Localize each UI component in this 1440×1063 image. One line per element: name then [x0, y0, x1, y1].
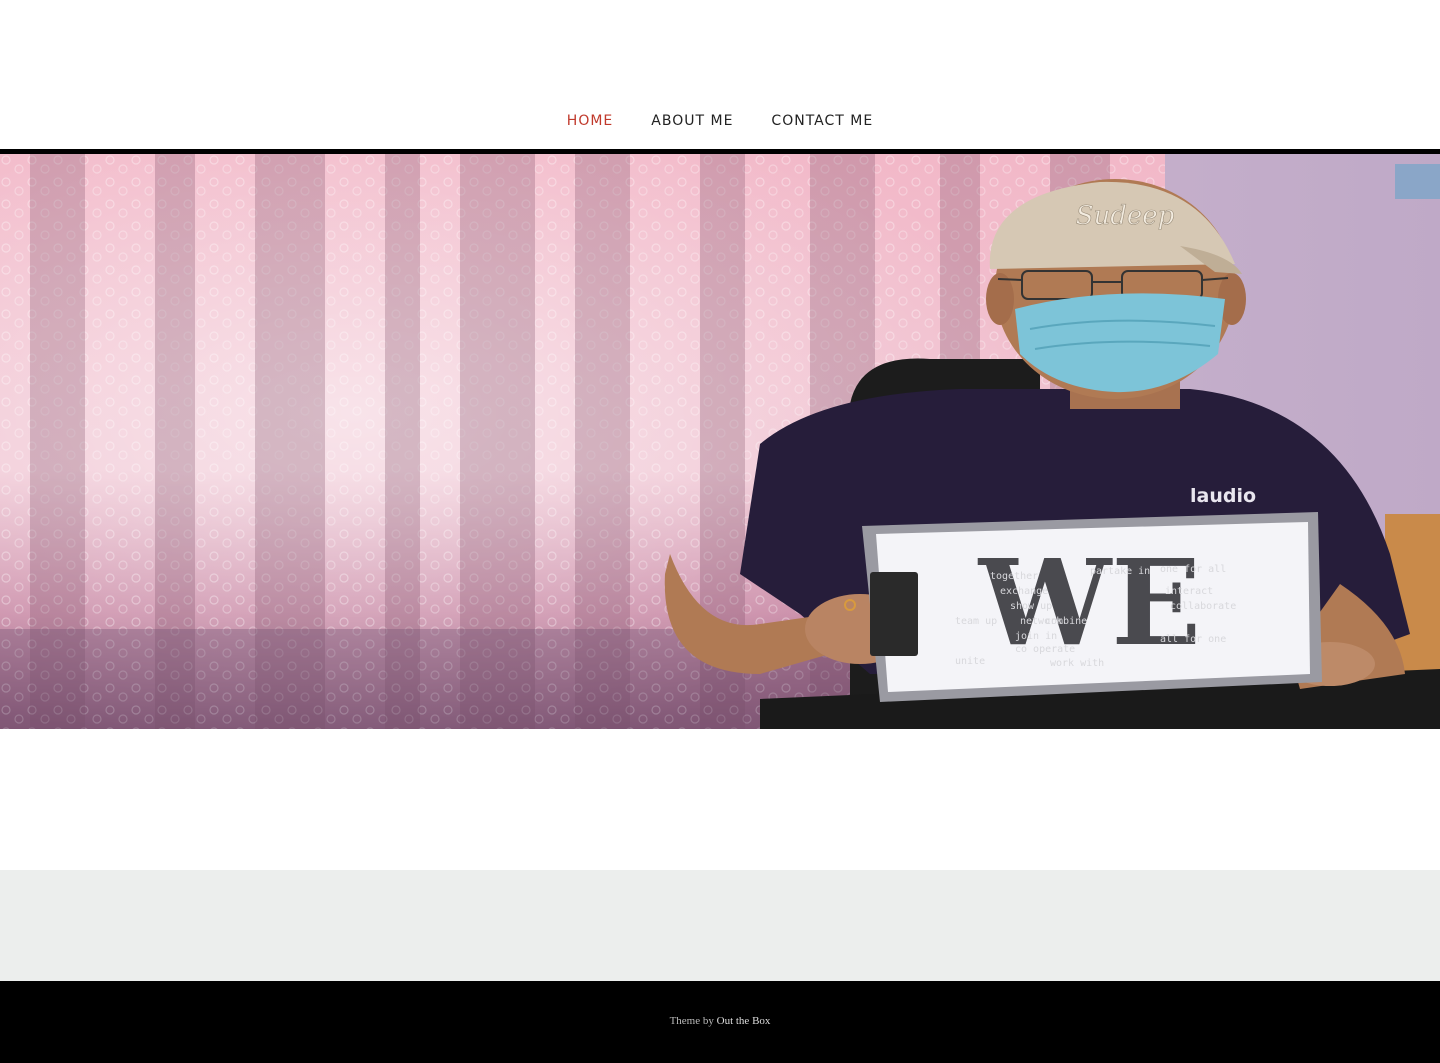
sign-word: work with [1050, 658, 1104, 669]
nav-link-about-me[interactable]: ABOUT ME [651, 111, 733, 131]
site-header: HOME ABOUT ME CONTACT ME [0, 0, 1440, 154]
credit-prefix: Theme by [669, 1015, 717, 1027]
sign-word: all for one [1160, 634, 1226, 645]
nav-link-home[interactable]: HOME [567, 111, 613, 131]
nav-link-contact-me[interactable]: CONTACT ME [771, 111, 873, 131]
sign-word: show up [1010, 601, 1052, 612]
sign-word: exchange [1000, 586, 1048, 597]
sign-word: co operate [1015, 644, 1075, 655]
site-footer: Theme by Out the Box [0, 981, 1440, 1063]
we-sign: WE together exchange show up team up net… [862, 512, 1322, 702]
cap-text: Sudeep [1076, 201, 1175, 231]
content-area [0, 729, 1440, 870]
hero-image: Sudeep laudio WE together exchange show … [0, 154, 1440, 729]
hero-photo: Sudeep laudio WE together exchange show … [0, 154, 1440, 729]
sign-word: interact [1165, 586, 1213, 597]
nav-item-home: HOME [567, 111, 613, 131]
theme-author-link[interactable]: Out the Box [717, 1015, 771, 1027]
sign-word: collaborate [1170, 601, 1236, 612]
shirt-logo-text: laudio [1190, 485, 1256, 507]
footer-widget-area [0, 870, 1440, 981]
main-navigation: HOME ABOUT ME CONTACT ME [0, 111, 1440, 131]
sign-word: unite [955, 656, 985, 667]
theme-credit: Theme by Out the Box [670, 1015, 771, 1027]
sign-word: join in [1015, 631, 1057, 642]
sign-word: combine [1045, 616, 1087, 627]
sign-word: one for all [1160, 564, 1226, 575]
sign-word: partake in [1090, 566, 1150, 577]
sign-word: together [990, 571, 1038, 582]
sign-word: team up [955, 616, 997, 627]
nav-item-contact-me: CONTACT ME [771, 111, 873, 131]
nav-item-about-me: ABOUT ME [651, 111, 733, 131]
